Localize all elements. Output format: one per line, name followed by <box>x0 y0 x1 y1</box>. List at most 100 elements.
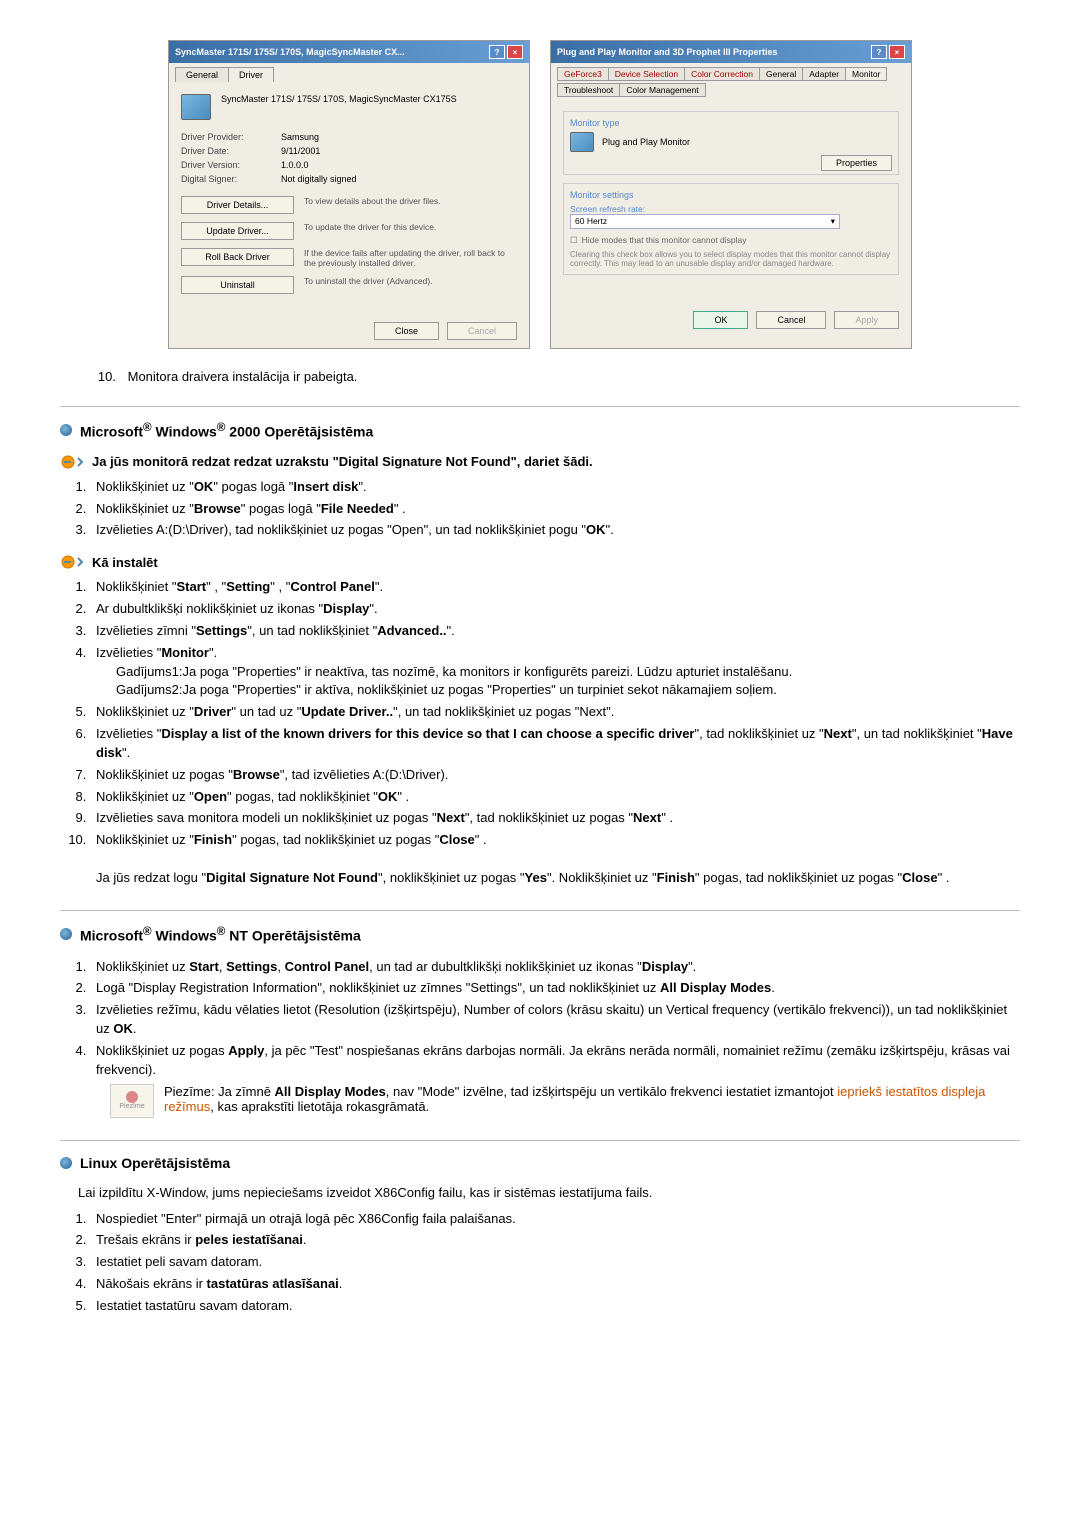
tab-device-selection[interactable]: Device Selection <box>608 67 685 81</box>
date-value: 9/11/2001 <box>281 146 320 156</box>
winnt-heading: Microsoft® Windows® NT Operētājsistēma <box>60 925 1020 944</box>
dialog-titlebar: SyncMaster 171S/ 175S/ 170S, MagicSyncMa… <box>169 41 529 63</box>
divider <box>60 406 1020 407</box>
version-label: Driver Version: <box>181 160 281 170</box>
close-button[interactable]: Close <box>374 322 439 340</box>
update-driver-button[interactable]: Update Driver... <box>181 222 294 240</box>
update-desc: To update the driver for this device. <box>304 222 517 232</box>
ok-button[interactable]: OK <box>693 311 748 329</box>
divider <box>60 910 1020 911</box>
list-item: Izvēlieties režīmu, kādu vēlaties lietot… <box>90 1001 1020 1039</box>
list-item: Noklikšķiniet "Start" , "Setting" , "Con… <box>90 578 1020 597</box>
properties-button[interactable]: Properties <box>821 155 892 171</box>
version-value: 1.0.0.0 <box>281 160 309 170</box>
arrow-icon <box>60 454 84 470</box>
tab-troubleshoot[interactable]: Troubleshoot <box>557 83 620 97</box>
list-item: Noklikšķiniet uz pogas "Browse", tad izv… <box>90 766 1020 785</box>
tab-adapter[interactable]: Adapter <box>802 67 846 81</box>
tab-monitor[interactable]: Monitor <box>845 67 887 81</box>
note-box: Piezīme Piezīme: Ja zīmnē All Display Mo… <box>110 1084 1020 1118</box>
dialog-title-text: Plug and Play Monitor and 3D Prophet III… <box>557 47 778 57</box>
monitor-type-value: Plug and Play Monitor <box>602 137 690 147</box>
step-number: 10. <box>90 369 116 384</box>
cancel-button: Cancel <box>447 322 517 340</box>
list-item: Nospiediet "Enter" pirmajā un otrajā log… <box>90 1210 1020 1229</box>
provider-value: Samsung <box>281 132 319 142</box>
help-icon[interactable]: ? <box>489 45 505 59</box>
list-item: Ar dubultklikšķi noklikšķiniet uz ikonas… <box>90 600 1020 619</box>
close-icon[interactable]: × <box>507 45 523 59</box>
refresh-rate-label: Screen refresh rate: <box>570 204 892 214</box>
subheading-text: Ja jūs monitorā redzat redzat uzrakstu "… <box>92 454 593 469</box>
provider-label: Driver Provider: <box>181 132 281 142</box>
bullet-icon <box>60 1157 72 1169</box>
tab-driver[interactable]: Driver <box>228 67 274 82</box>
refresh-rate-select[interactable]: 60 Hertz▾ <box>570 214 840 229</box>
hide-modes-label: Hide modes that this monitor cannot disp… <box>582 235 747 246</box>
screenshot-row: SyncMaster 171S/ 175S/ 170S, MagicSyncMa… <box>60 40 1020 349</box>
uninstall-desc: To uninstall the driver (Advanced). <box>304 276 517 286</box>
win2000-sub2: Kā instalēt <box>60 554 1020 570</box>
list-item: Nākošais ekrāns ir tastatūras atlasīšana… <box>90 1275 1020 1294</box>
tab-color-correction[interactable]: Color Correction <box>684 67 760 81</box>
arrow-icon <box>60 554 84 570</box>
help-icon[interactable]: ? <box>871 45 887 59</box>
subheading-text: Kā instalēt <box>92 555 158 570</box>
list-item: Iestatiet tastatūru savam datoram. <box>90 1297 1020 1316</box>
note-icon: Piezīme <box>110 1084 154 1118</box>
uninstall-button[interactable]: Uninstall <box>181 276 294 294</box>
hide-modes-checkbox[interactable]: ☐ <box>570 235 578 246</box>
monitor-icon <box>181 94 211 120</box>
driver-properties-dialog: SyncMaster 171S/ 175S/ 170S, MagicSyncMa… <box>168 40 530 349</box>
list-item: Izvēlieties zīmni "Settings", un tad nok… <box>90 622 1020 641</box>
list-item: Noklikšķiniet uz "OK" pogas logā "Insert… <box>90 478 1020 497</box>
bullet-icon <box>60 424 72 436</box>
rollback-driver-button[interactable]: Roll Back Driver <box>181 248 294 266</box>
linux-heading: Linux Operētājsistēma <box>60 1155 1020 1171</box>
step-text: Monitora draivera instalācija ir pabeigt… <box>128 369 358 384</box>
tab-general[interactable]: General <box>175 67 229 82</box>
signer-value: Not digitally signed <box>281 174 357 184</box>
list-item: Iestatiet peli savam datoram. <box>90 1253 1020 1272</box>
tab-geforce[interactable]: GeForce3 <box>557 67 609 81</box>
dialog-titlebar: Plug and Play Monitor and 3D Prophet III… <box>551 41 911 63</box>
win2000-sub2-steps: Noklikšķiniet "Start" , "Setting" , "Con… <box>90 578 1020 888</box>
win2000-sub1-steps: Noklikšķiniet uz "OK" pogas logā "Insert… <box>90 478 1020 541</box>
monitor-icon <box>570 132 594 152</box>
device-name: SyncMaster 171S/ 175S/ 170S, MagicSyncMa… <box>221 94 457 120</box>
linux-intro: Lai izpildītu X-Window, jums nepieciešam… <box>78 1185 1020 1200</box>
date-label: Driver Date: <box>181 146 281 156</box>
driver-details-button[interactable]: Driver Details... <box>181 196 294 214</box>
dialog-title-text: SyncMaster 171S/ 175S/ 170S, MagicSyncMa… <box>175 47 405 57</box>
list-item: Logā "Display Registration Information",… <box>90 979 1020 998</box>
list-item: Izvēlieties A:(D:\Driver), tad noklikšķi… <box>90 521 1020 540</box>
tab-color-management[interactable]: Color Management <box>619 83 705 97</box>
list-item: Izvēlieties sava monitora modeli un nokl… <box>90 809 1020 828</box>
monitor-type-label: Monitor type <box>570 118 892 128</box>
divider <box>60 1140 1020 1141</box>
step-10: 10. Monitora draivera instalācija ir pab… <box>60 369 1020 384</box>
list-item: Noklikšķiniet uz "Browse" pogas logā "Fi… <box>90 500 1020 519</box>
winnt-steps: Noklikšķiniet uz Start, Settings, Contro… <box>90 958 1020 1080</box>
list-item: Izvēlieties "Monitor".Gadījums1:Ja poga … <box>90 644 1020 701</box>
list-item: Noklikšķiniet uz "Open" pogas, tad nokli… <box>90 788 1020 807</box>
heading-text: Linux Operētājsistēma <box>80 1155 230 1171</box>
hide-modes-help: Clearing this check box allows you to se… <box>570 250 892 268</box>
list-item: Noklikšķiniet uz "Finish" pogas, tad nok… <box>90 831 1020 888</box>
tab-general[interactable]: General <box>759 67 803 81</box>
list-item: Izvēlieties "Display a list of the known… <box>90 725 1020 763</box>
close-icon[interactable]: × <box>889 45 905 59</box>
bullet-icon <box>60 928 72 940</box>
win2000-heading: Microsoft® Windows® 2000 Operētājsistēma <box>60 421 1020 440</box>
note-text: Piezīme: Ja zīmnē All Display Modes, nav… <box>164 1084 1020 1118</box>
list-item: Noklikšķiniet uz "Driver" un tad uz "Upd… <box>90 703 1020 722</box>
list-item: Noklikšķiniet uz pogas Apply, ja pēc "Te… <box>90 1042 1020 1080</box>
monitor-settings-label: Monitor settings <box>570 190 892 200</box>
signer-label: Digital Signer: <box>181 174 281 184</box>
display-properties-dialog: Plug and Play Monitor and 3D Prophet III… <box>550 40 912 349</box>
linux-steps: Nospiediet "Enter" pirmajā un otrajā log… <box>90 1210 1020 1316</box>
apply-button: Apply <box>834 311 899 329</box>
list-item: Trešais ekrāns ir peles iestatīšanai. <box>90 1231 1020 1250</box>
cancel-button[interactable]: Cancel <box>756 311 826 329</box>
rollback-desc: If the device fails after updating the d… <box>304 248 517 268</box>
